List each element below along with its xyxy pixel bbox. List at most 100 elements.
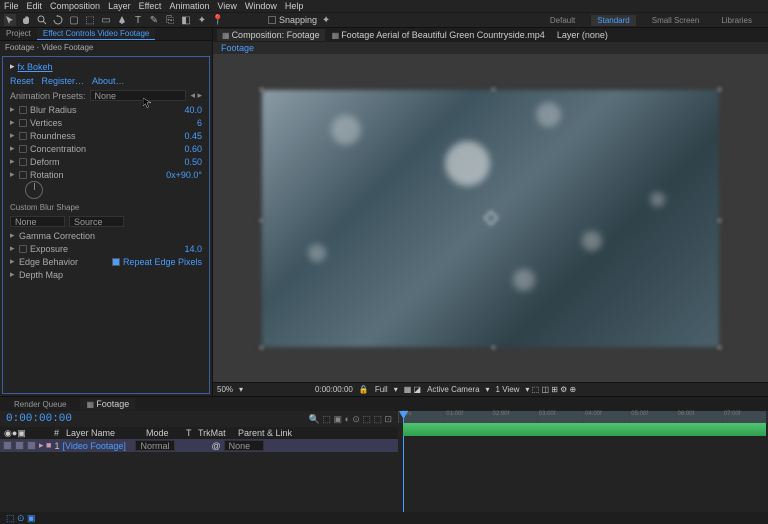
handle-bl[interactable] xyxy=(259,345,264,350)
text-tool[interactable]: T xyxy=(132,14,144,26)
menu-edit[interactable]: Edit xyxy=(27,1,43,11)
project-tab[interactable]: Project xyxy=(0,28,37,40)
flowchart[interactable]: Footage xyxy=(213,42,768,54)
prop-exposure: ▸Exposure14.0 xyxy=(5,242,207,255)
stopwatch-icon[interactable] xyxy=(19,132,27,140)
menu-layer[interactable]: Layer xyxy=(108,1,131,11)
pen-tool[interactable] xyxy=(116,14,128,26)
snapping-label: Snapping xyxy=(279,15,317,25)
ruler-tick: 02:00f xyxy=(491,411,537,423)
stopwatch-icon[interactable] xyxy=(19,145,27,153)
puppet-tool[interactable]: 📍 xyxy=(212,14,224,26)
stopwatch-icon[interactable] xyxy=(19,106,27,114)
workspace-standard[interactable]: Standard xyxy=(591,15,635,26)
snap-opt-icon[interactable]: ✦ xyxy=(320,14,332,26)
menu-view[interactable]: View xyxy=(217,1,236,11)
handle-ml[interactable] xyxy=(259,218,264,223)
effect-reset[interactable]: Reset xyxy=(10,76,34,86)
prop-vertices: ▸Vertices6 xyxy=(5,116,207,129)
views-dropdown[interactable]: 1 View xyxy=(496,385,520,394)
ruler-tick: 03:00f xyxy=(537,411,583,423)
shape-source-dropdown[interactable]: Source xyxy=(69,216,124,227)
stopwatch-icon[interactable] xyxy=(19,158,27,166)
zoom-tool[interactable] xyxy=(36,14,48,26)
menu-animation[interactable]: Animation xyxy=(169,1,209,11)
zoom-dropdown[interactable]: 50% xyxy=(217,385,233,394)
cursor-icon xyxy=(143,98,151,108)
menu-help[interactable]: Help xyxy=(285,1,304,11)
prop-rotation: ▸Rotation0x+90.0° xyxy=(5,168,207,181)
timecode[interactable]: 0:00:00:00 xyxy=(6,413,72,425)
effect-controls-tab[interactable]: Effect Controls Video Footage xyxy=(37,28,155,40)
timeline-track-area[interactable]: :00s01:00f02:00f03:00f04:00f05:00f06:00f… xyxy=(398,411,768,512)
status-bar: ⬚ ⊙ ▣ xyxy=(0,512,768,524)
workspace-default[interactable]: Default xyxy=(544,15,581,26)
layer-duration-bar[interactable] xyxy=(403,423,766,436)
effect-about[interactable]: About… xyxy=(92,76,125,86)
footage-tab[interactable]: ▦ Footage Aerial of Beautiful Green Coun… xyxy=(327,29,550,41)
prop-deform: ▸Deform0.50 xyxy=(5,155,207,168)
effect-register[interactable]: Register… xyxy=(42,76,85,86)
preset-label: Animation Presets: xyxy=(10,91,86,101)
preset-dropdown[interactable]: None xyxy=(90,90,187,101)
eraser-tool[interactable]: ◧ xyxy=(180,14,192,26)
effect-controls-panel: ▸fx Bokeh ResetRegister…About… Animation… xyxy=(2,56,210,394)
effect-name[interactable]: fx Bokeh xyxy=(18,62,53,72)
stopwatch-icon[interactable] xyxy=(19,119,27,127)
menu-bar[interactable]: File Edit Composition Layer Effect Animation V… xyxy=(0,0,768,13)
time: 0:00:00:00 xyxy=(315,385,353,394)
resolution-dropdown[interactable]: Full xyxy=(375,385,388,394)
clone-tool[interactable]: ⎘ xyxy=(164,14,176,26)
ruler-tick: 01:00f xyxy=(444,411,490,423)
stopwatch-icon[interactable] xyxy=(19,171,27,179)
rectangle-tool[interactable]: ▭ xyxy=(100,14,112,26)
comp-tabs: ▦ Composition: Footage ▦ Footage Aerial … xyxy=(213,28,768,42)
layer-tab[interactable]: Layer (none) xyxy=(552,29,613,41)
camera-tool[interactable]: ▢ xyxy=(68,14,80,26)
layer-row[interactable]: ▸ ■ 1 [Video Footage] Normal @ None xyxy=(0,439,398,452)
viewer-controls: 50% ▾ 0:00:00:00 🔒 Full ▾ ▦ ◪ Active Cam… xyxy=(213,382,768,396)
handle-mr[interactable] xyxy=(717,218,722,223)
handle-tr[interactable] xyxy=(717,87,722,92)
prop-value[interactable]: 0.45 xyxy=(184,131,202,141)
prop-value[interactable]: 0.60 xyxy=(184,144,202,154)
handle-bc[interactable] xyxy=(491,345,496,350)
composition-viewer[interactable] xyxy=(213,54,768,382)
menu-effect[interactable]: Effect xyxy=(139,1,162,11)
camera-dropdown[interactable]: Active Camera xyxy=(427,385,479,394)
selection-tool[interactable] xyxy=(4,14,16,26)
menu-file[interactable]: File xyxy=(4,1,19,11)
render-queue-tab[interactable]: Render Queue xyxy=(8,399,72,410)
timeline-footage-tab[interactable]: ▦ Footage xyxy=(80,398,135,410)
pan-behind-tool[interactable]: ⬚ xyxy=(84,14,96,26)
left-panel: Project Effect Controls Video Footage Fo… xyxy=(0,28,213,396)
rotation-dial[interactable] xyxy=(25,181,43,199)
menu-window[interactable]: Window xyxy=(245,1,277,11)
prop-value[interactable]: 6 xyxy=(197,118,202,128)
prop-value[interactable]: 40.0 xyxy=(184,105,202,115)
hand-tool[interactable] xyxy=(20,14,32,26)
handle-tc[interactable] xyxy=(491,87,496,92)
menu-composition[interactable]: Composition xyxy=(50,1,100,11)
prop-value[interactable]: 0.50 xyxy=(184,157,202,167)
timeline-columns: ◉●▣ # Layer Name Mode T TrkMat Parent & … xyxy=(0,427,398,439)
ec-title: Footage · Video Footage xyxy=(0,41,212,54)
handle-br[interactable] xyxy=(717,345,722,350)
workspace-small-screen[interactable]: Small Screen xyxy=(646,15,706,26)
workspace-libraries[interactable]: Libraries xyxy=(715,15,758,26)
checkbox[interactable] xyxy=(112,258,120,266)
handle-tl[interactable] xyxy=(259,87,264,92)
stopwatch-icon[interactable] xyxy=(19,245,27,253)
ruler-tick: 05:00f xyxy=(629,411,675,423)
rotation-tool[interactable] xyxy=(52,14,64,26)
brush-tool[interactable]: ✎ xyxy=(148,14,160,26)
canvas[interactable] xyxy=(262,90,719,347)
shape-layer-dropdown[interactable]: None xyxy=(10,216,65,227)
ruler-tick: 06:00f xyxy=(676,411,722,423)
snapping-checkbox[interactable] xyxy=(268,16,276,24)
anchor-point[interactable] xyxy=(483,211,497,225)
workspace-switcher: Default Standard Small Screen Libraries xyxy=(544,15,764,26)
prop-value[interactable]: 0x+90.0° xyxy=(166,170,202,180)
roto-tool[interactable]: ✦ xyxy=(196,14,208,26)
composition-tab[interactable]: ▦ Composition: Footage xyxy=(217,29,325,41)
